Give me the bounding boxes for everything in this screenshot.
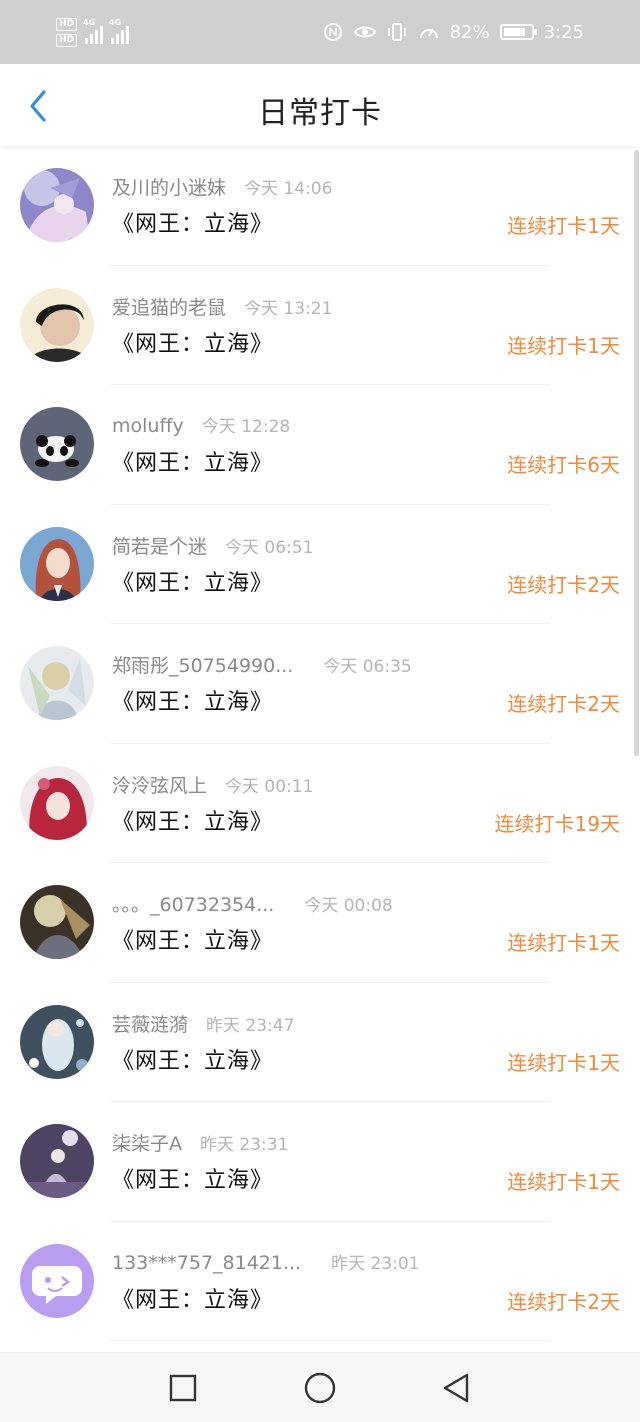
username[interactable]: 柒柒子A [112,1129,182,1156]
list-item[interactable]: moluffy 今天 12:28 《网王：立海》 连续打卡6天 [0,385,640,505]
divider [110,1340,550,1341]
avatar[interactable] [20,1124,94,1198]
list-item[interactable]: 芸薇涟漪 昨天 23:47 《网王：立海》 连续打卡1天 [0,983,640,1102]
book-title[interactable]: 《网王：立海》 [112,445,273,477]
checkin-time: 昨天 23:47 [206,1015,295,1036]
list-item[interactable]: 泠泠弦风上 今天 00:11 《网王：立海》 连续打卡19天 [0,744,640,863]
streak-label: 连续打卡2天 [507,572,620,597]
avatar[interactable] [20,526,94,601]
streak-label: 连续打卡1天 [507,1170,620,1194]
username[interactable]: 泠泠弦风上 [112,771,207,798]
username[interactable]: 郑雨彤_50754990... [112,651,293,678]
eye-icon [353,21,376,43]
list-item[interactable]: 。。。_60732354... 今天 00:08 《网王：立海》 连续打卡1天 [0,863,640,983]
back-triangle-icon [443,1373,469,1403]
checkin-time: 昨天 23:31 [200,1135,289,1155]
streak-label: 连续打卡1天 [507,931,620,955]
checkin-time: 今天 06:35 [323,657,412,677]
system-back-button[interactable] [436,1368,476,1408]
streak-label: 连续打卡1天 [507,333,620,358]
book-title[interactable]: 《网王：立海》 [112,206,273,238]
checkin-time: 今天 00:11 [225,776,314,797]
username[interactable]: 爱追猫的老鼠 [112,293,226,320]
hd-badge: HD [56,33,78,47]
header: 日常打卡 [0,64,640,146]
name-row: 133***757_81421... 昨天 23:01 [112,1249,420,1274]
book-title[interactable]: 《网王：立海》 [112,326,273,358]
book-title[interactable]: 《网王：立海》 [112,923,273,955]
name-row: 芸薇涟漪 昨天 23:47 [112,1010,294,1037]
streak-label: 连续打卡6天 [507,453,620,477]
avatar[interactable] [20,885,94,959]
name-row: 及川的小迷妹 今天 14:06 [112,173,332,200]
book-title[interactable]: 《网王：立海》 [112,1282,273,1314]
book-title[interactable]: 《网王：立海》 [112,804,273,836]
name-row: moluffy 今天 12:28 [112,412,290,437]
list-item[interactable]: 郑雨彤_50754990... 今天 06:35 《网王：立海》 连续打卡2天 [0,624,640,744]
battery-icon [499,24,537,40]
checkin-time: 昨天 23:01 [331,1253,420,1274]
name-row: 柒柒子A 昨天 23:31 [112,1129,288,1156]
list-item[interactable]: 柒柒子A 昨天 23:31 《网王：立海》 连续打卡1天 [0,1102,640,1222]
avatar[interactable] [20,646,94,720]
avatar[interactable] [20,1243,94,1318]
network-type: 4G [109,18,122,27]
signal-area: HD HD 4G 4G [56,12,130,52]
avatar[interactable] [20,1004,94,1079]
checkin-time: 今天 12:28 [201,417,291,437]
system-nav-bar [0,1352,640,1422]
network-type: 4G [83,18,96,27]
username[interactable]: 芸薇涟漪 [112,1010,188,1037]
avatar[interactable] [20,287,94,362]
page-title: 日常打卡 [258,96,382,131]
book-title[interactable]: 《网王：立海》 [112,1162,273,1194]
recent-apps-button[interactable] [163,1368,203,1408]
name-row: 爱追猫的老鼠 今天 13:21 [112,293,332,320]
signal-icon: 4G [83,18,104,44]
vibrate-icon [386,21,408,43]
checkin-time: 今天 00:08 [304,896,393,916]
name-row: 简若是个迷 今天 06:51 [112,532,313,559]
username[interactable]: 简若是个迷 [112,532,207,559]
list-item[interactable]: 简若是个迷 今天 06:51 《网王：立海》 连续打卡2天 [0,505,640,624]
scrollbar[interactable] [634,150,639,756]
status-right: 82% 3:25 [322,16,584,48]
book-title[interactable]: 《网王：立海》 [112,1043,273,1075]
home-button[interactable] [300,1368,340,1408]
list-item[interactable]: 及川的小迷妹 今天 14:06 《网王：立海》 连续打卡1天 [0,146,640,266]
checkin-time: 今天 06:51 [225,537,314,558]
streak-label: 连续打卡1天 [507,1050,620,1075]
username[interactable]: moluffy [112,415,184,437]
list-item[interactable]: 爱追猫的老鼠 今天 13:21 《网王：立海》 连续打卡1天 [0,266,640,385]
signal-icon: 4G [109,18,130,44]
avatar[interactable] [20,407,94,481]
streak-label: 连续打卡1天 [507,214,620,238]
streak-label: 连续打卡2天 [507,692,620,716]
username[interactable]: 及川的小迷妹 [112,173,226,200]
home-icon [304,1372,336,1404]
checkin-list[interactable]: 及川的小迷妹 今天 14:06 《网王：立海》 连续打卡1天 爱追猫的老鼠 今天 13:2… [0,146,640,1341]
battery-percent: 82% [449,21,490,43]
speed-icon [418,21,440,43]
recent-apps-icon [169,1374,197,1402]
name-row: 泠泠弦风上 今天 00:11 [112,771,313,798]
status-bar: HD HD 4G 4G 82% 3:25 [0,0,640,64]
hd-badge: HD [56,17,78,31]
avatar[interactable] [20,765,94,840]
checkin-time: 今天 14:06 [244,179,333,199]
streak-label: 连续打卡19天 [494,811,620,836]
hd-badges: HD HD [56,17,78,47]
checkin-time: 今天 13:21 [244,298,333,319]
nfc-icon [322,21,344,43]
username[interactable]: 。。。_60732354... [112,890,274,917]
name-row: 。。。_60732354... 今天 00:08 [112,890,393,917]
name-row: 郑雨彤_50754990... 今天 06:35 [112,651,412,678]
streak-label: 连续打卡2天 [507,1289,620,1314]
book-title[interactable]: 《网王：立海》 [112,684,273,716]
list-item[interactable]: 133***757_81421... 昨天 23:01 《网王：立海》 连续打卡2天 [0,1222,640,1341]
clock: 3:25 [543,21,584,43]
avatar[interactable] [20,168,94,242]
username[interactable]: 133***757_81421... [112,1252,301,1274]
book-title[interactable]: 《网王：立海》 [112,565,273,597]
